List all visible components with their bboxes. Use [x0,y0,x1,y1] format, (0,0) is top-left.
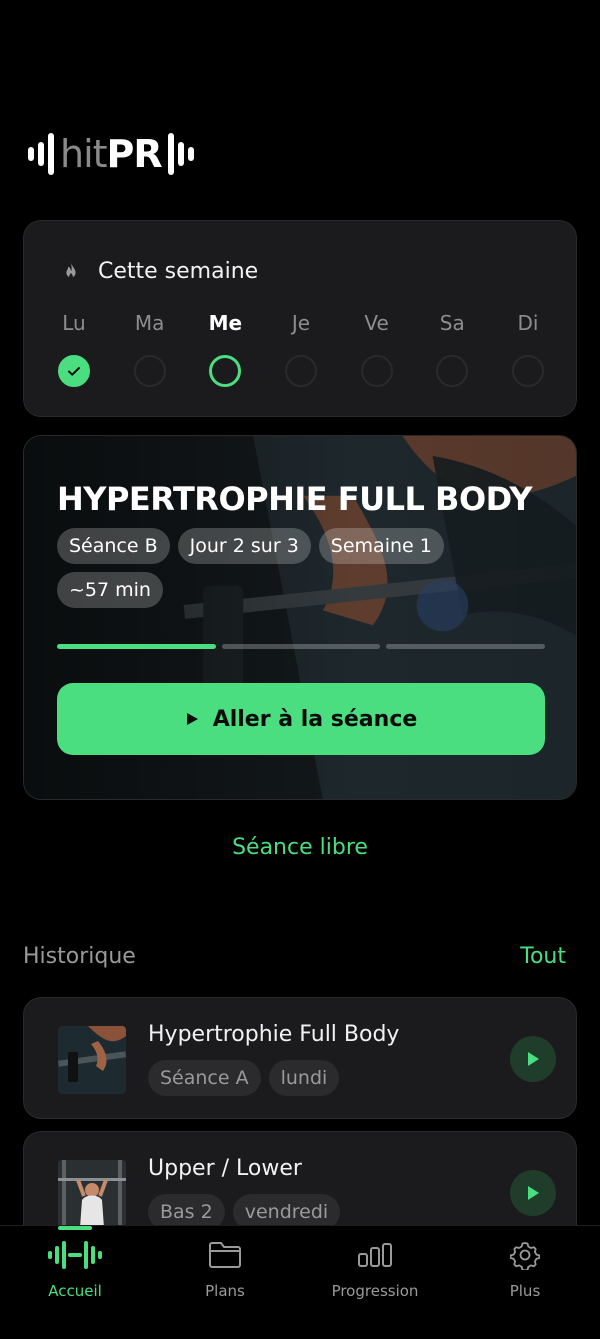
logo-text-pr: PR [106,132,163,176]
day-lu[interactable]: Lu [58,311,90,387]
replay-button[interactable] [510,1036,556,1082]
day-dot [511,355,544,387]
app-logo: hitPR [28,130,194,178]
tab-label: Accueil [48,1282,102,1300]
week-days: Lu Ma Me Je Ve Sa Di [58,311,544,387]
tag-session: Séance A [148,1060,261,1096]
day-ma[interactable]: Ma [133,311,166,387]
day-label: Sa [439,311,465,335]
day-label: Di [517,311,539,335]
gear-icon [510,1242,540,1270]
progress-segment [221,644,381,649]
day-dot [284,355,317,387]
day-di[interactable]: Di [511,311,544,387]
day-sa[interactable]: Sa [436,311,469,387]
day-today-dot [209,355,242,387]
day-dot [133,355,166,387]
chip-day: Jour 2 sur 3 [177,528,311,564]
workout-progress [57,644,546,649]
tab-plans[interactable]: Plans [150,1226,300,1339]
play-icon [528,1186,539,1200]
bar-chart-icon [358,1243,392,1267]
replay-button[interactable] [510,1170,556,1216]
go-to-session-button[interactable]: Aller à la séance [57,683,545,755]
play-icon [528,1052,539,1066]
day-me[interactable]: Me [208,311,243,387]
day-je[interactable]: Je [284,311,317,387]
history-title: Historique [23,944,136,969]
workout-thumbnail [58,1160,126,1228]
dumbbell-icon [48,1241,102,1269]
free-session-link[interactable]: Séance libre [0,835,600,860]
day-label: Lu [62,311,86,335]
folder-icon [209,1242,241,1268]
day-ve[interactable]: Ve [360,311,393,387]
current-workout-card[interactable]: HYPERTROPHIE FULL BODY Séance B Jour 2 s… [23,435,577,800]
history-item[interactable]: Hypertrophie Full Body Séance A lundi [23,997,577,1119]
tag-day: lundi [268,1060,340,1096]
day-label: Ma [134,311,165,335]
progress-segment [386,644,546,649]
day-done-dot [58,355,90,387]
history-item-name: Upper / Lower [148,1156,302,1181]
history-item-tags: Séance A lundi [148,1060,340,1096]
tab-home[interactable]: Accueil [0,1226,150,1339]
go-to-session-label: Aller à la séance [212,706,418,732]
tab-more[interactable]: Plus [450,1226,600,1339]
history-see-all-link[interactable]: Tout [520,944,566,969]
chip-duration: ~57 min [57,572,163,608]
logo-left-bars [28,133,54,175]
week-title: Cette semaine [98,259,259,284]
workout-title: HYPERTROPHIE FULL BODY [57,480,533,518]
tab-label: Plus [509,1282,541,1300]
progress-segment-done [57,644,216,649]
workout-thumbnail [58,1026,126,1094]
day-dot [360,355,393,387]
chip-session: Séance B [57,528,170,564]
logo-text-hit: hit [60,132,108,176]
play-icon [186,713,198,725]
week-card: Cette semaine Lu Ma Me Je Ve Sa Di [23,220,577,417]
tab-label: Plans [205,1282,245,1300]
flame-icon [66,262,76,278]
chip-week: Semaine 1 [318,528,444,564]
history-item-name: Hypertrophie Full Body [148,1022,400,1047]
day-label-current: Me [208,311,243,335]
active-tab-indicator [58,1226,92,1230]
day-label: Je [291,311,311,335]
workout-chips: Séance B Jour 2 sur 3 Semaine 1 ~57 min [57,528,497,608]
tab-progression[interactable]: Progression [300,1226,450,1339]
bottom-tab-bar: Accueil Plans Progression Plus [0,1225,600,1339]
day-label: Ve [364,311,389,335]
day-dot [436,355,469,387]
logo-right-bars [167,133,194,175]
check-icon [68,367,80,376]
tab-label: Progression [331,1282,419,1300]
